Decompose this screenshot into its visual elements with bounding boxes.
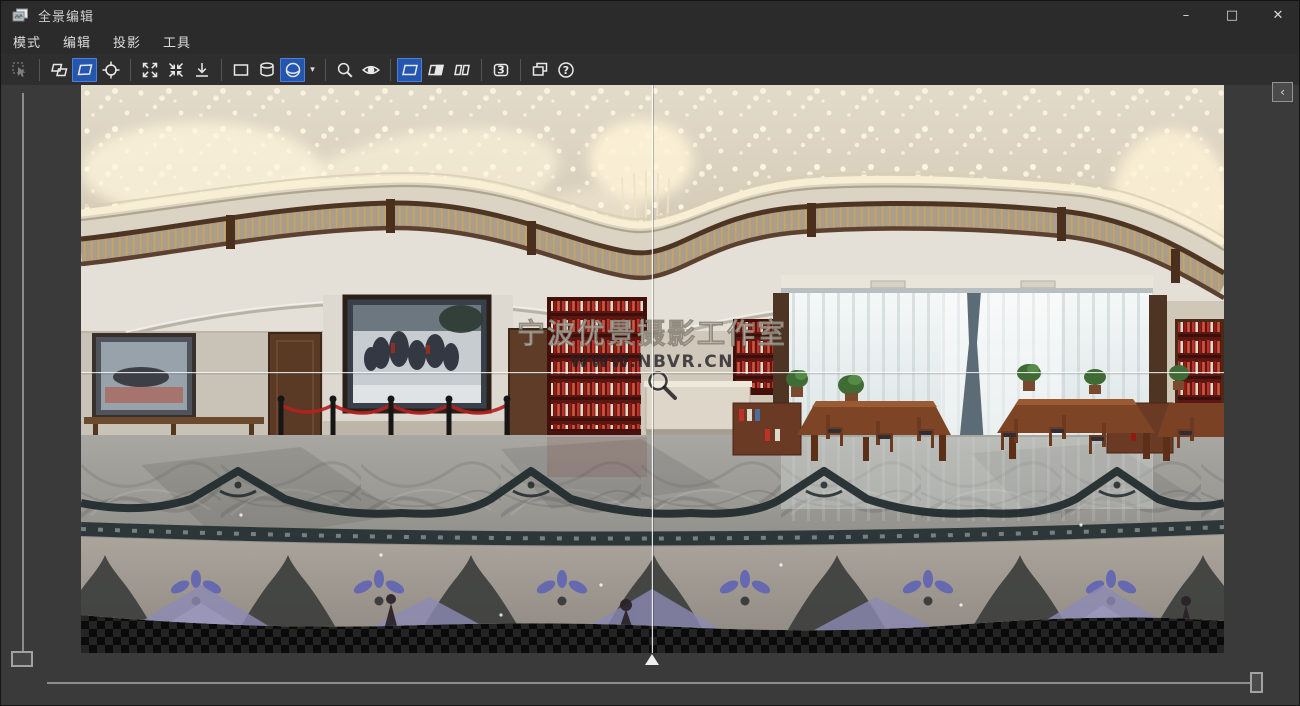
vertical-slider-thumb[interactable] — [11, 651, 33, 667]
center-point-button[interactable] — [98, 58, 123, 82]
maximize-button[interactable]: □ — [1209, 1, 1255, 29]
panorama-image[interactable]: 宁波优景摄影工作室 WWW.NBVR.CN — [81, 85, 1224, 653]
toolbar-separator — [325, 59, 326, 81]
projection-cylinder-button[interactable] — [254, 58, 279, 82]
title-bar: 全景编辑 – □ ✕ — [1, 1, 1300, 29]
projection-flat-button[interactable] — [228, 58, 253, 82]
help-button[interactable]: ? — [553, 58, 578, 82]
fit-height-button[interactable] — [189, 58, 214, 82]
panel-collapse-button[interactable]: ‹ — [1272, 82, 1293, 102]
view-split-button[interactable] — [423, 58, 448, 82]
shrink-view-button[interactable] — [163, 58, 188, 82]
toolbar-separator — [481, 59, 482, 81]
view-single-button[interactable] — [397, 58, 422, 82]
panorama-stack-button[interactable] — [46, 58, 71, 82]
window-title: 全景编辑 — [38, 6, 94, 25]
select-tool-button[interactable] — [7, 58, 32, 82]
close-button[interactable]: ✕ — [1255, 1, 1300, 29]
window-cascade-button[interactable] — [527, 58, 552, 82]
view-double-button[interactable] — [449, 58, 474, 82]
svg-text:?: ? — [562, 63, 568, 76]
horizontal-slider-track[interactable] — [47, 682, 1259, 684]
expand-view-button[interactable] — [137, 58, 162, 82]
menu-bar: 模式 编辑 投影 工具 — [1, 29, 1300, 54]
zoom-tool-button[interactable] — [332, 58, 357, 82]
preview-eye-button[interactable] — [358, 58, 383, 82]
sphere-options-caret[interactable]: ▾ — [306, 58, 319, 82]
editor-canvas[interactable]: 宁波优景摄影工作室 WWW.NBVR.CN — [1, 85, 1300, 706]
toolbar: ▾ — [1, 54, 1300, 85]
menu-mode[interactable]: 模式 — [2, 29, 52, 54]
app-icon — [12, 8, 29, 23]
toolbar-separator — [221, 59, 222, 81]
menu-projection[interactable]: 投影 — [102, 29, 152, 54]
horizontal-slider-thumb[interactable] — [1250, 672, 1263, 693]
projection-sphere-button[interactable] — [280, 58, 305, 82]
svg-text:3: 3 — [497, 63, 505, 76]
center-marker-triangle[interactable] — [645, 654, 659, 665]
menu-edit[interactable]: 编辑 — [52, 29, 102, 54]
menu-tools[interactable]: 工具 — [152, 29, 202, 54]
toolbar-separator — [39, 59, 40, 81]
toolbar-separator — [130, 59, 131, 81]
toolbar-separator — [520, 59, 521, 81]
app-window: 全景编辑 – □ ✕ 模式 编辑 投影 工具 — [0, 0, 1300, 706]
vertical-slider-track[interactable] — [22, 93, 24, 653]
minimize-button[interactable]: – — [1163, 1, 1209, 29]
panorama-single-button[interactable] — [72, 58, 97, 82]
view-grid-3-button[interactable]: 3 — [488, 58, 513, 82]
toolbar-separator — [390, 59, 391, 81]
